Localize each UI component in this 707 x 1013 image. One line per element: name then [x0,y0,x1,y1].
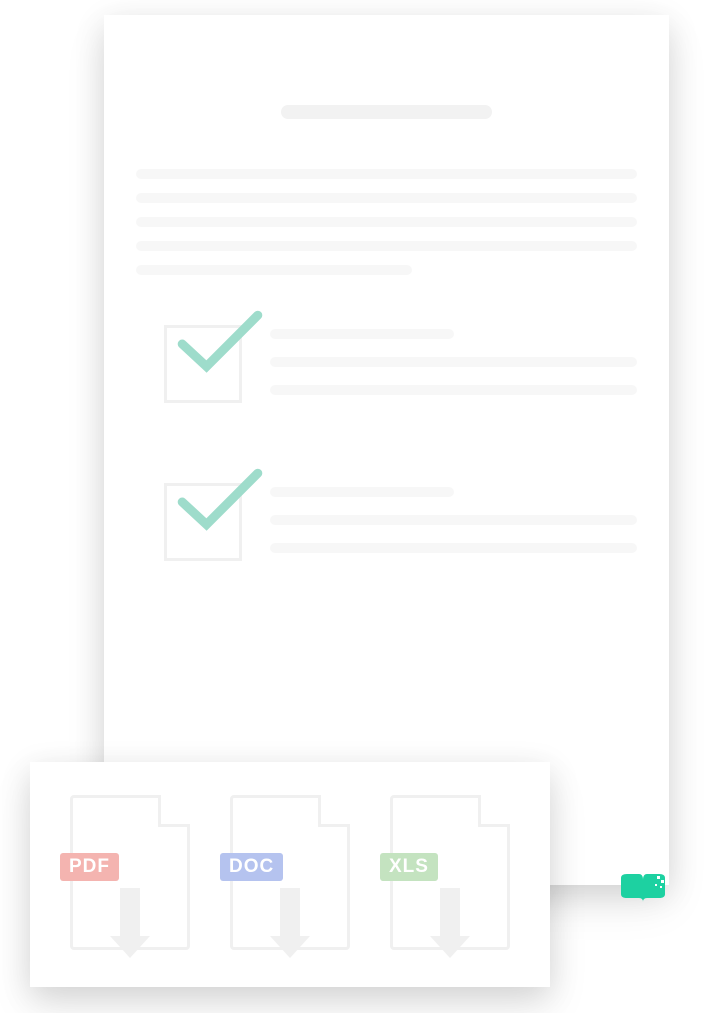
text-line-placeholder [270,487,454,497]
download-arrow-icon [110,888,150,963]
download-arrow-icon [270,888,310,963]
download-arrow-icon [430,888,470,963]
file-fold-icon [478,795,510,827]
text-line-placeholder [270,543,637,553]
text-line-placeholder [270,385,637,395]
brand-book-icon [619,872,667,908]
checklist-text [270,483,637,571]
doc-download-button[interactable]: DOC [230,795,350,955]
file-fold-icon [318,795,350,827]
download-options-card: PDF DOC XLS [30,762,550,987]
text-line-placeholder [270,515,637,525]
document-preview-card [104,15,669,885]
document-title-placeholder [281,105,491,119]
pdf-label: PDF [60,853,119,881]
checkbox-checked [164,483,242,561]
checklist-text [270,325,637,413]
document-paragraph [136,169,637,275]
doc-label: DOC [220,853,283,881]
text-line-placeholder [136,193,637,203]
checklist-item [136,325,637,413]
xls-download-button[interactable]: XLS [390,795,510,955]
text-line-placeholder [136,241,637,251]
text-line-placeholder [270,329,454,339]
text-line-placeholder [270,357,637,367]
checkmark-icon [175,308,265,378]
text-line-placeholder [136,169,637,179]
checklist-item [136,483,637,571]
xls-label: XLS [380,853,438,881]
checkbox-checked [164,325,242,403]
file-fold-icon [158,795,190,827]
pdf-download-button[interactable]: PDF [70,795,190,955]
text-line-placeholder [136,217,637,227]
text-line-placeholder [136,265,412,275]
checkmark-icon [175,466,265,536]
